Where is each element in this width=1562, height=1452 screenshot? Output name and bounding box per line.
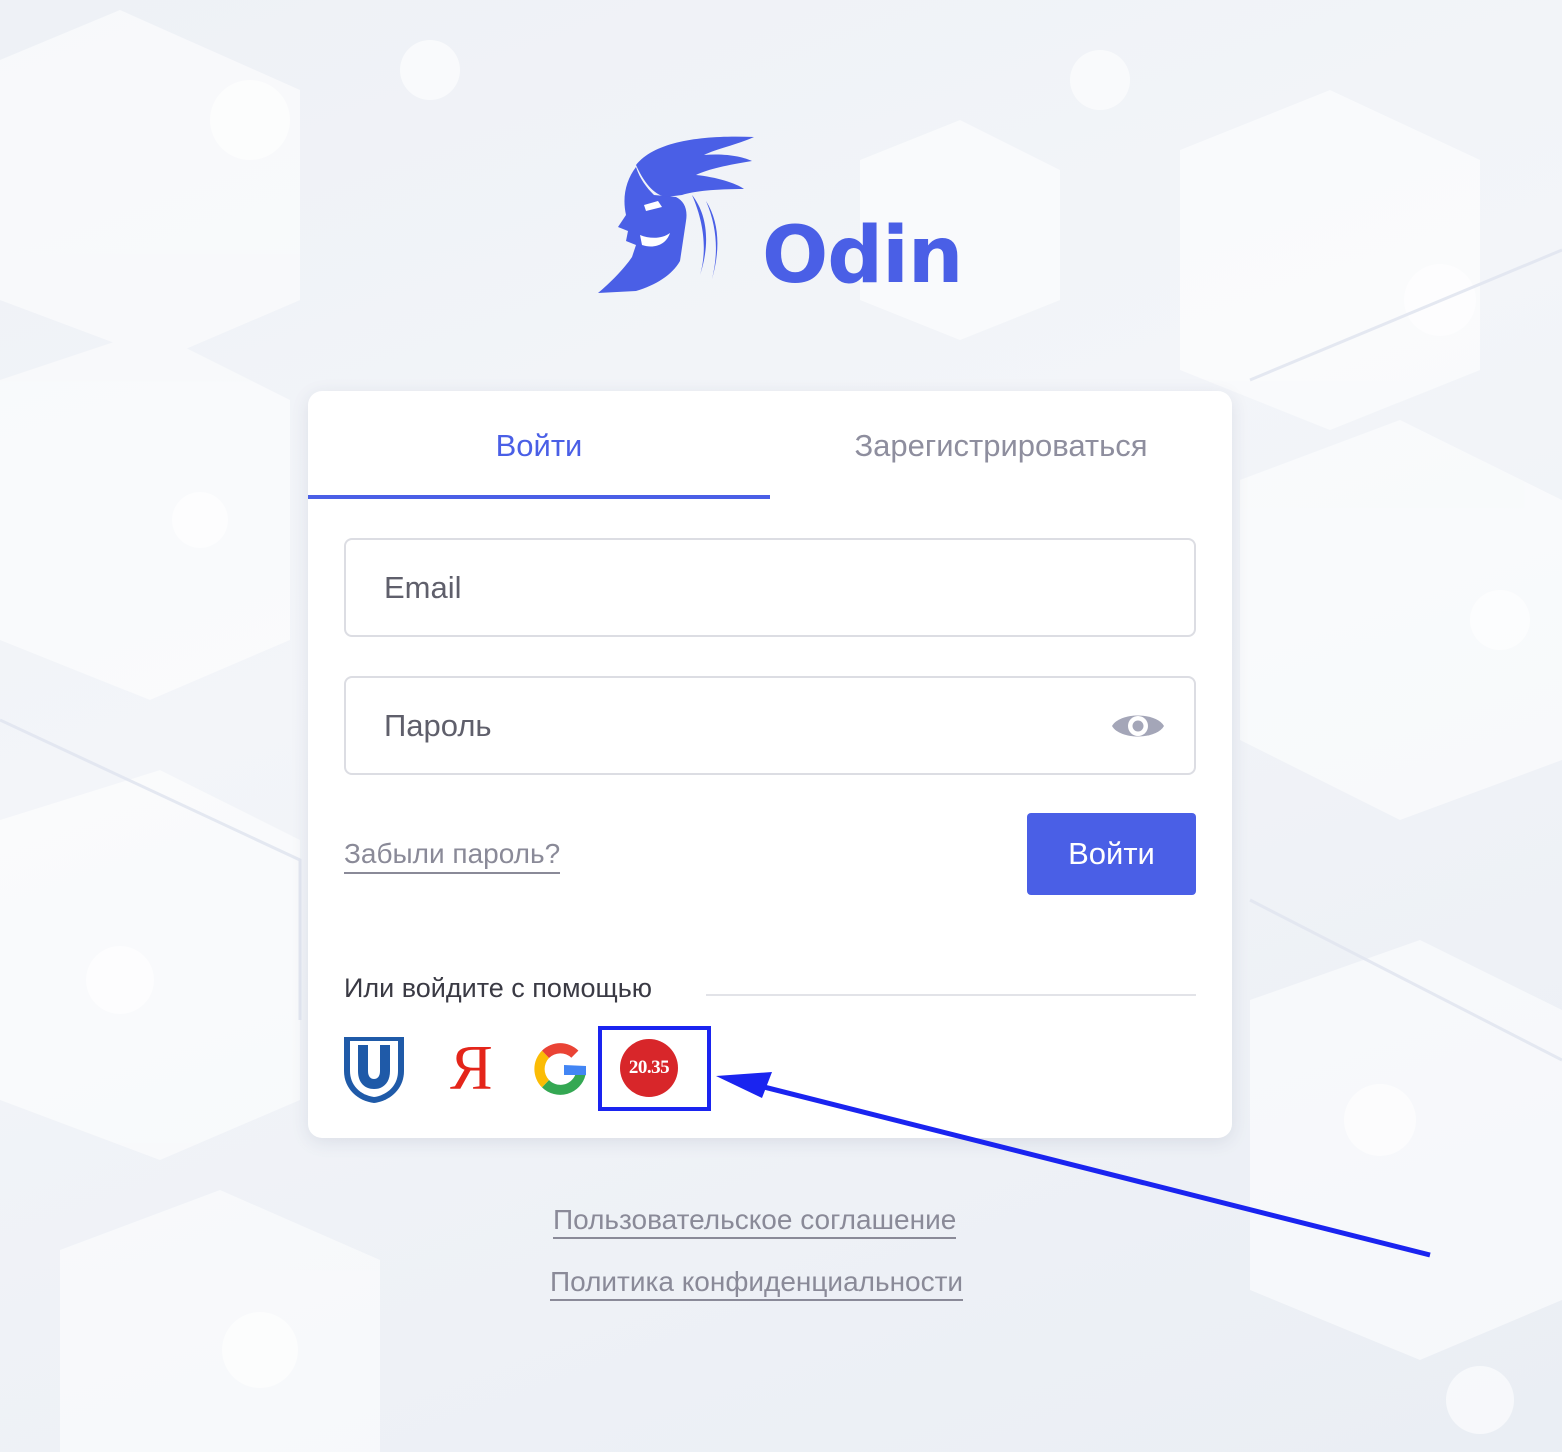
password-field (344, 676, 1196, 775)
odin-logo: Odin (596, 135, 963, 301)
show-password-eye-icon[interactable] (1110, 706, 1166, 746)
tusur-u-icon[interactable] (336, 1031, 412, 1107)
brand-name: Odin (762, 211, 963, 301)
password-input[interactable] (346, 678, 1194, 773)
odin-warrior-head-icon (598, 136, 754, 293)
yandex-icon[interactable]: Я (450, 1033, 493, 1103)
university-2035-icon[interactable]: 20.35 (620, 1039, 678, 1097)
divider (706, 994, 1196, 996)
tab-login[interactable]: Войти (308, 391, 770, 501)
email-field (344, 538, 1196, 637)
auth-card: Войти Зарегистрироваться Забыли пароль? … (308, 391, 1232, 1138)
social-login-label: Или войдите с помощью (344, 973, 653, 1003)
email-input[interactable] (346, 540, 1194, 635)
active-tab-indicator (308, 495, 770, 499)
user-agreement-link[interactable]: Пользовательское соглашение (553, 1204, 957, 1239)
tab-register[interactable]: Зарегистрироваться (770, 391, 1232, 501)
google-icon[interactable] (522, 1031, 598, 1107)
auth-tabs: Войти Зарегистрироваться (308, 391, 1232, 501)
privacy-policy-link[interactable]: Политика конфиденциальности (550, 1266, 964, 1301)
forgot-password-link[interactable]: Забыли пароль? (344, 838, 561, 874)
login-submit-button[interactable]: Войти (1027, 813, 1196, 895)
